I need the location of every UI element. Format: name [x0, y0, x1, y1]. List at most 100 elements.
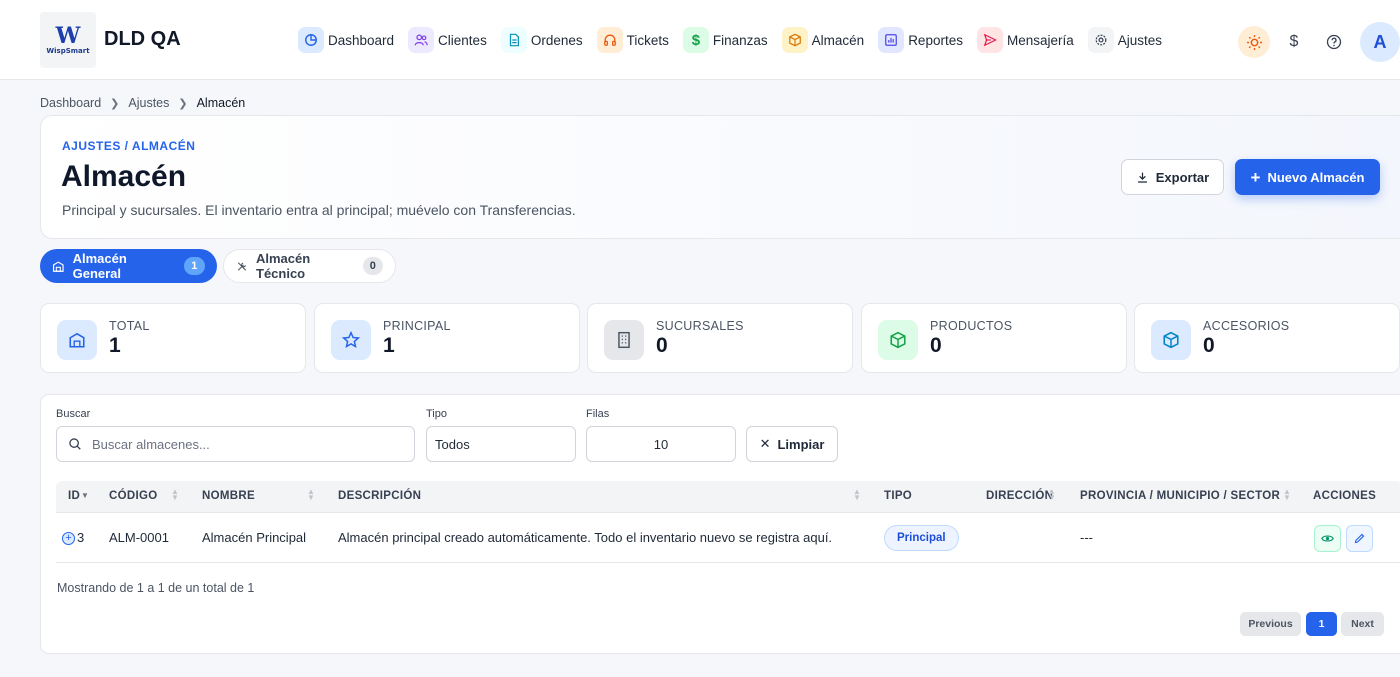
new-warehouse-button[interactable]: + Nuevo Almacén: [1235, 159, 1380, 195]
nav-item-finanzas[interactable]: $ Finanzas: [682, 26, 768, 54]
stat-label: TOTAL: [109, 319, 150, 333]
building-icon: [604, 320, 644, 360]
stat-label: PRODUCTOS: [930, 319, 1013, 333]
send-icon: [976, 27, 1003, 53]
column-header-id[interactable]: ID: [68, 490, 80, 502]
tab-label: Almacén Técnico: [256, 251, 311, 281]
edit-button[interactable]: [1346, 525, 1373, 552]
column-header-codigo[interactable]: CÓDIGO: [109, 490, 157, 502]
stat-card-total: TOTAL 1: [40, 303, 306, 373]
theme-toggle-sun-icon[interactable]: [1238, 26, 1270, 58]
star-icon: [331, 320, 371, 360]
cell-id: 3: [77, 530, 85, 545]
clear-filters-button[interactable]: ✕ Limpiar: [746, 426, 838, 462]
search-placeholder: Buscar almacenes...: [92, 436, 210, 452]
header-actions: $ A: [1230, 22, 1400, 62]
currency-dollar-icon[interactable]: $: [1278, 26, 1310, 58]
column-header-nombre[interactable]: NOMBRE: [202, 490, 255, 502]
logo-mark: W: [55, 23, 81, 49]
gear-icon: [1087, 27, 1114, 53]
user-avatar[interactable]: A: [1360, 22, 1400, 62]
column-header-tipo[interactable]: TIPO: [884, 490, 912, 502]
nav-label: Tickets: [626, 32, 669, 48]
sort-icon[interactable]: ▲ ▼: [171, 488, 179, 502]
breadcrumb-dashboard[interactable]: Dashboard: [40, 96, 101, 110]
table-header: ID ▼ CÓDIGO ▲ ▼ NOMBRE ▲ ▼ DESCRIPCIÓN ▲ ▼ …: [56, 481, 1400, 513]
tipo-value: Todos: [435, 436, 470, 452]
pagination-page-1[interactable]: 1: [1306, 612, 1337, 636]
pagination-next-button[interactable]: Next: [1341, 612, 1384, 636]
stat-card-accesorios: ACCESORIOS 0: [1134, 303, 1400, 373]
plus-icon: +: [1250, 167, 1261, 187]
page-subtitle: Principal y sucursales. El inventario en…: [62, 202, 576, 218]
tipo-select[interactable]: Todos: [426, 426, 576, 462]
nav-item-dashboard[interactable]: Dashboard: [298, 26, 394, 54]
nav-label: Ordenes: [530, 32, 583, 48]
cell-provincia: ---: [1080, 530, 1093, 545]
stat-value: 0: [656, 334, 668, 357]
tab-count-badge: 0: [362, 257, 384, 275]
chart-icon: [878, 27, 905, 53]
page-header-card: AJUSTES / ALMACÉN Almacén Principal y su…: [40, 115, 1400, 239]
box-icon: [781, 27, 808, 53]
breadcrumb: Dashboard ❯ Ajustes ❯ Almacén: [40, 96, 245, 110]
cell-descripcion: Almacén principal creado automáticamente…: [338, 530, 833, 545]
nav-item-mensajeria[interactable]: Mensajería: [976, 26, 1074, 54]
sort-icon[interactable]: ▲ ▼: [853, 488, 861, 502]
download-icon: [1137, 172, 1147, 183]
stat-card-principal: PRINCIPAL 1: [314, 303, 580, 373]
column-header-direccion[interactable]: DIRECCIÓN: [986, 490, 1053, 502]
chevron-right-icon: ❯: [178, 97, 188, 110]
stat-value: 1: [383, 334, 395, 357]
pencil-icon: [1354, 533, 1365, 544]
tab-count-badge: 1: [183, 257, 205, 275]
search-input[interactable]: Buscar almacenes...: [56, 426, 415, 462]
warehouse-icon: [57, 320, 97, 360]
sort-desc-icon[interactable]: ▼: [81, 492, 89, 500]
nav-item-ajustes[interactable]: Ajustes: [1087, 26, 1163, 54]
cell-codigo: ALM-0001: [109, 530, 169, 545]
help-icon[interactable]: [1318, 26, 1350, 58]
nav-item-reportes[interactable]: Reportes: [878, 26, 963, 54]
stat-card-sucursales: SUCURSALES 0: [587, 303, 853, 373]
filas-value: 10: [653, 436, 669, 452]
sort-icon[interactable]: ▲ ▼: [307, 488, 315, 502]
nav-label: Ajustes: [1117, 32, 1163, 48]
app-title: DLD QA: [104, 28, 181, 50]
dashboard-icon: [298, 27, 324, 53]
tab-label: Almacén General: [72, 251, 127, 281]
filas-label: Filas: [586, 408, 610, 420]
warehouse-table-card: Buscar Buscar almacenes... Tipo Todos Fi…: [40, 394, 1400, 654]
nav-label: Almacén: [811, 32, 865, 48]
stat-label: ACCESORIOS: [1203, 319, 1290, 333]
tools-icon: [237, 261, 247, 271]
nav-item-almacen[interactable]: Almacén: [781, 26, 865, 54]
search-label: Buscar: [56, 408, 91, 420]
sort-icon[interactable]: ▲ ▼: [1048, 488, 1056, 502]
nav-item-ordenes[interactable]: Ordenes: [500, 26, 583, 54]
nav-label: Mensajería: [1006, 32, 1074, 48]
tab-almacen-tecnico[interactable]: Almacén Técnico 0: [223, 249, 396, 283]
pagination-previous-button[interactable]: Previous: [1240, 612, 1301, 636]
nav-label: Finanzas: [712, 32, 768, 48]
view-button[interactable]: [1314, 525, 1341, 552]
stat-label: SUCURSALES: [656, 319, 744, 333]
sort-icon[interactable]: ▲ ▼: [1283, 488, 1291, 502]
breadcrumb-ajustes[interactable]: Ajustes: [128, 96, 169, 110]
nav-label: Clientes: [438, 32, 487, 48]
expand-row-icon[interactable]: +: [62, 532, 75, 545]
tab-almacen-general[interactable]: Almacén General 1: [40, 249, 217, 283]
page-title: Almacén: [61, 160, 187, 193]
column-header-provincia[interactable]: PROVINCIA / MUNICIPIO / SECTOR: [1080, 490, 1280, 502]
stat-label: PRINCIPAL: [383, 319, 451, 333]
warehouse-icon: [52, 260, 64, 272]
rows-per-page-input[interactable]: 10: [586, 426, 736, 462]
top-navbar: W WispSmart DLD QA Dashboard Clientes Or…: [0, 0, 1400, 80]
logo-text: WispSmart: [46, 47, 90, 55]
export-button[interactable]: Exportar: [1121, 159, 1224, 195]
app-logo[interactable]: W WispSmart: [40, 12, 96, 68]
nav-item-clientes[interactable]: Clientes: [408, 26, 487, 54]
column-header-descripcion[interactable]: DESCRIPCIÓN: [338, 490, 421, 502]
stat-value: 0: [1203, 334, 1215, 357]
nav-item-tickets[interactable]: Tickets: [596, 26, 669, 54]
